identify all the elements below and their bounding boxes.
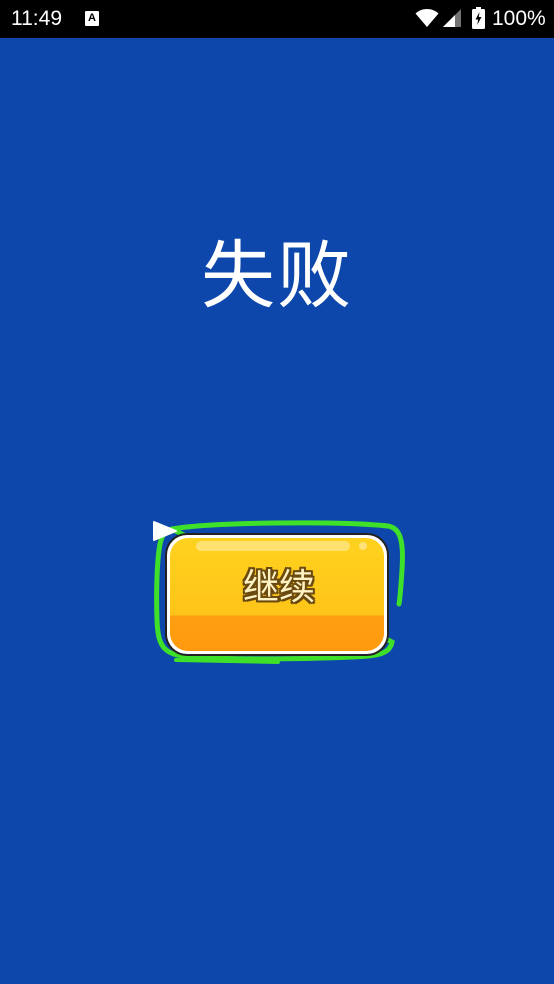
continue-button[interactable]: 继续 [152, 520, 406, 666]
play-icon [153, 521, 177, 541]
notification-a-icon: A [85, 11, 99, 26]
signal-icon [443, 9, 461, 27]
battery-percent: 100% [492, 7, 546, 30]
wifi-icon [415, 9, 439, 27]
result-title: 失败 [201, 233, 353, 319]
battery-charging-icon [472, 7, 485, 29]
notification-letter: A [88, 12, 96, 24]
status-time: 11:49 [11, 7, 62, 30]
game-screen: 11:49 A 100% 失败 继续 [0, 0, 554, 984]
continue-label: 继续 [242, 567, 315, 608]
status-bar: 11:49 A 100% [0, 0, 554, 38]
